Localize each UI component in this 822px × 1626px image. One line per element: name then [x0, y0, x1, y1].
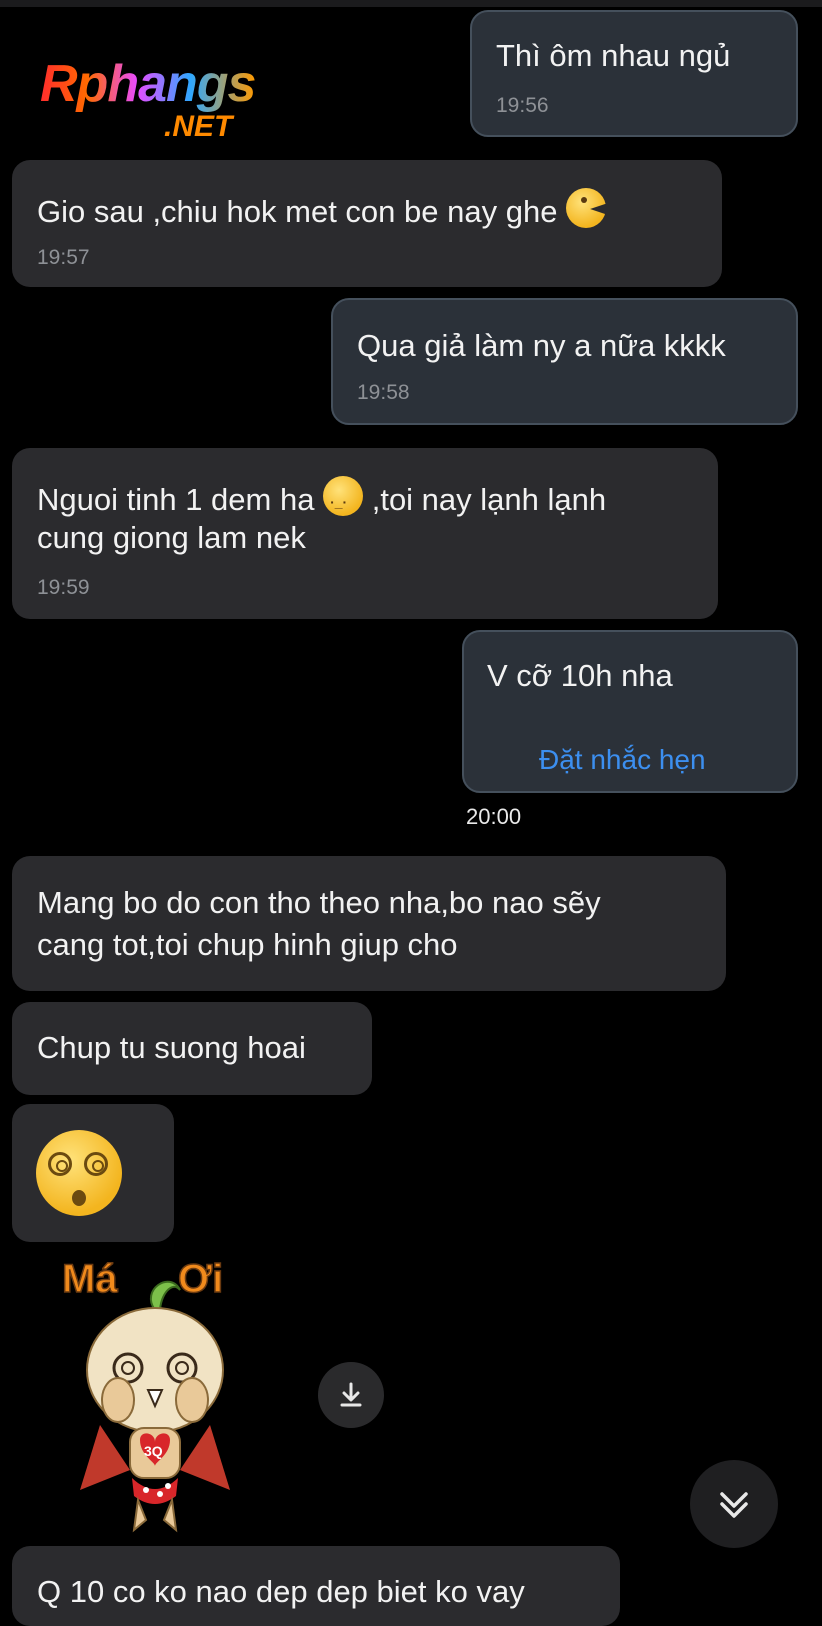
download-icon — [340, 1382, 362, 1407]
watermark-sub-text: .NET — [164, 110, 233, 143]
message-time: 19:59 — [37, 576, 90, 599]
message-text-line1: Mang bo do con tho theo nha,bo nao sẽy — [37, 885, 601, 920]
message-text-line1b: ,toi nay lạnh lạnh — [371, 482, 607, 517]
message-incoming[interactable] — [12, 856, 726, 991]
sticker-text-right: Ơi — [178, 1257, 223, 1301]
message-text: Gio sau ,chiu hok met con be nay ghe — [37, 194, 558, 229]
dizzy-eye-right — [84, 1152, 108, 1176]
sticker-image[interactable]: Má Ơi 3Q — [60, 1250, 250, 1540]
dizzy-eye-left — [48, 1152, 72, 1176]
message-text: Q 10 co ko nao dep dep biet ko vay — [37, 1574, 525, 1609]
set-reminder-link[interactable]: Đặt nhắc hẹn — [539, 744, 706, 776]
message-text-line1: Nguoi tinh 1 dem ha — [37, 482, 315, 517]
emoji-mouth — [72, 1190, 86, 1206]
double-chevron-down-icon — [720, 1492, 748, 1518]
watermark-main-text: Rphangs — [40, 55, 256, 113]
sticker-badge-text: 3Q — [144, 1443, 163, 1459]
top-status-strip — [0, 0, 822, 7]
message-text-line2: cung giong lam nek — [37, 520, 306, 555]
message-text: Thì ôm nhau ngủ — [496, 38, 731, 73]
dizzy-face-emoji-icon — [36, 1130, 122, 1216]
message-text: Qua giả làm ny a nữa kkkk — [357, 328, 726, 363]
message-text-line2: cang tot,toi chup hinh giup cho — [37, 927, 458, 962]
scroll-to-bottom-button[interactable] — [690, 1460, 778, 1548]
message-time: 19:57 — [37, 246, 90, 269]
download-button[interactable] — [318, 1362, 384, 1428]
message-time: 19:58 — [357, 381, 410, 404]
sticker-text-left: Má — [62, 1257, 118, 1301]
pacman-emoji-icon — [566, 188, 607, 228]
message-text-wrap: Gio sau ,chiu hok met con be nay ghe — [37, 188, 607, 232]
message-time: 19:56 — [496, 94, 549, 117]
time-divider: 20:00 — [466, 804, 522, 829]
shushing-emoji-icon — [323, 476, 364, 522]
message-text-wrap: Nguoi tinh 1 dem ha ,toi nay lạnh lạnh — [37, 476, 607, 522]
watermark-logo: Rphangs .NET — [40, 54, 300, 148]
message-text: V cỡ 10h nha — [487, 658, 673, 693]
message-text: Chup tu suong hoai — [37, 1030, 306, 1065]
